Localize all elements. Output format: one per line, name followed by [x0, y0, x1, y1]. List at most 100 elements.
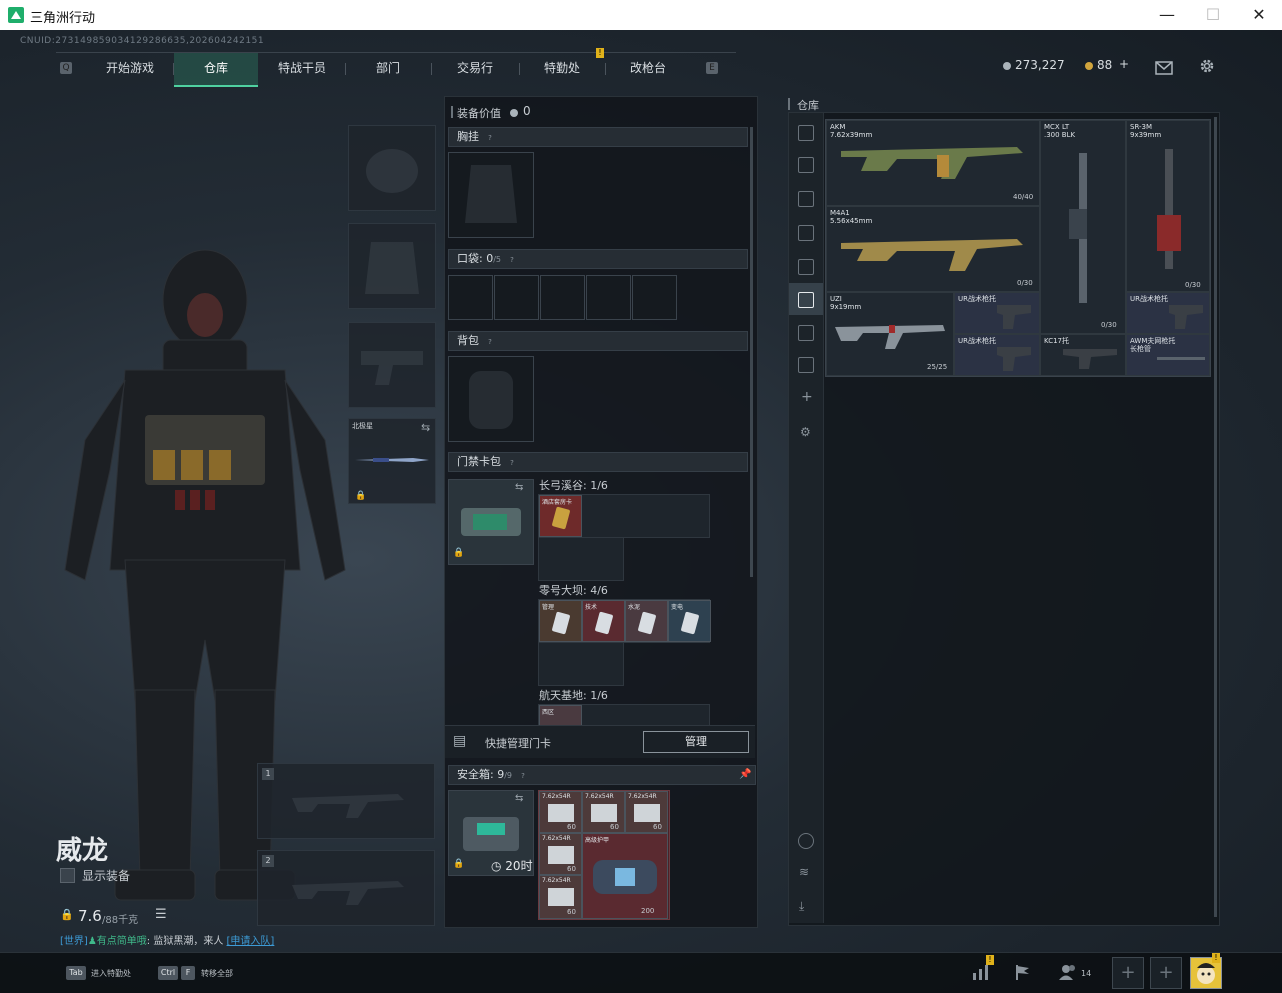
weapon-uzi[interactable]: UZI 9x19mm 25/25	[826, 292, 954, 376]
pocket-slot-3[interactable]	[540, 275, 585, 320]
warehouse-settings-gear-icon[interactable]: ⚙	[800, 425, 811, 439]
warehouse-page-2-icon[interactable]	[798, 191, 814, 207]
ammo-count: 60	[610, 823, 619, 831]
stats-chart-icon[interactable]	[972, 963, 990, 985]
show-equipment-checkbox[interactable]	[60, 868, 75, 883]
primary-weapon-slot-2[interactable]: 2	[257, 850, 435, 926]
ammo-box-item[interactable]: 7.62x54R 60	[625, 791, 668, 833]
tab-start-game[interactable]: 开始游戏	[88, 53, 172, 85]
warehouse-page-4-icon[interactable]	[798, 259, 814, 275]
weapon-name: MCX LT	[1044, 123, 1070, 131]
weapon-filter-tab-active[interactable]	[789, 283, 823, 315]
ammo-count: 60	[653, 823, 662, 831]
primary-weapon-slot-1[interactable]: 1	[257, 763, 435, 839]
key-card-item[interactable]: 西区	[539, 705, 582, 726]
attachment-stock[interactable]: KC17托	[1040, 334, 1126, 376]
attachment-stock[interactable]: UR战术枪托	[954, 292, 1040, 334]
weapon-akm[interactable]: AKM 7.62x39mm 40/40	[826, 120, 1040, 206]
help-icon[interactable]: ?	[507, 255, 517, 265]
ammo-box-item[interactable]: 7.62x54R 60	[539, 833, 582, 875]
keycard-icon: ▤	[453, 733, 467, 749]
invite-slot-1-button[interactable]: +	[1112, 957, 1144, 989]
chat-user[interactable]: ♟有点简单哦	[88, 936, 147, 947]
layers-icon[interactable]: ≋	[799, 865, 809, 879]
swap-icon[interactable]: ⇆	[421, 421, 430, 434]
ammo-box-item[interactable]: 7.62x54R 60	[539, 791, 582, 833]
slot-number-2: 2	[262, 855, 274, 867]
longbow-key-grid-row2	[538, 537, 624, 581]
helmet-filter-icon[interactable]	[798, 125, 814, 141]
warehouse-scrollbar[interactable]	[1214, 117, 1217, 917]
warehouse-page-1-icon[interactable]	[798, 157, 814, 173]
help-icon[interactable]: ?	[485, 133, 495, 143]
tab-gunsmith[interactable]: 改枪台	[606, 53, 690, 85]
barrel-shape	[1157, 357, 1205, 360]
armor-item[interactable]: 高级护甲 200	[582, 833, 668, 919]
weapon-ammo-count: 40/40	[1013, 193, 1034, 201]
swap-icon[interactable]: ⇆	[515, 793, 523, 804]
friends-icon[interactable]	[1058, 963, 1078, 985]
tab-hint-label[interactable]: 进入特勤处	[91, 968, 131, 979]
tab-warehouse[interactable]: 仓库	[174, 53, 258, 87]
silver-amount: 273,227	[1015, 58, 1065, 72]
gold-coin-icon	[1085, 62, 1093, 70]
weight-details-list-icon[interactable]: ☰	[155, 907, 167, 922]
key-card-item[interactable]: 水泥	[625, 600, 668, 642]
attachment-stock[interactable]: UR战术枪托	[1126, 292, 1210, 334]
warehouse-page-3-icon[interactable]	[798, 225, 814, 241]
key-card-item[interactable]: 酒店套房卡	[539, 495, 582, 537]
nav-next-key[interactable]: E	[706, 62, 718, 74]
pistol-slot[interactable]	[348, 322, 436, 408]
ammo-box-item[interactable]: 7.62x54R 60	[539, 875, 582, 919]
close-button[interactable]: ✕	[1236, 0, 1282, 30]
warehouse-page-5-icon[interactable]	[798, 325, 814, 341]
tab-trade[interactable]: 交易行	[432, 53, 518, 85]
ammo-box-item[interactable]: 7.62x54R 60	[582, 791, 625, 833]
pocket-slot-5[interactable]	[632, 275, 677, 320]
help-icon[interactable]: ?	[507, 458, 517, 468]
sort-icon[interactable]	[798, 833, 814, 849]
maximize-button[interactable]: ☐	[1190, 0, 1236, 30]
loadout-scrollbar[interactable]	[750, 127, 753, 577]
swap-icon[interactable]: ⇆	[515, 482, 523, 493]
attachment-stock[interactable]: UR战术枪托	[954, 334, 1040, 376]
weapon-sr-3m[interactable]: SR-3M 9x39mm 0/30	[1126, 120, 1210, 292]
add-page-plus-icon[interactable]: +	[801, 389, 813, 405]
silver-coin-icon	[510, 109, 518, 117]
tab-department[interactable]: 部门	[346, 53, 430, 85]
help-icon[interactable]: ?	[485, 337, 495, 347]
backpack-slot[interactable]	[448, 356, 534, 442]
settings-gear-icon[interactable]	[1198, 57, 1216, 79]
key-card-item[interactable]: 管理	[539, 600, 582, 642]
weapon-m4a1[interactable]: M4A1 5.56x45mm 0/30	[826, 206, 1040, 292]
manage-button[interactable]: 管理	[643, 731, 749, 753]
chat-join-link[interactable]: [申请入队]	[227, 936, 275, 947]
tab-operators[interactable]: 特战干员	[260, 53, 344, 85]
invite-slot-2-button[interactable]: +	[1150, 957, 1182, 989]
pin-icon[interactable]: 📌	[739, 766, 751, 784]
pocket-slot-2[interactable]	[494, 275, 539, 320]
safebox-slot[interactable]: ⇆ 🔒 ◷ 20时	[448, 790, 534, 876]
mail-icon[interactable]	[1155, 60, 1173, 79]
armor-slot[interactable]	[348, 223, 436, 309]
warehouse-page-6-icon[interactable]	[798, 357, 814, 373]
key-card-item[interactable]: 技术	[582, 600, 625, 642]
minimize-button[interactable]: —	[1144, 0, 1190, 30]
helmet-slot[interactable]	[348, 125, 436, 211]
chest-rig-slot[interactable]	[448, 152, 534, 238]
help-icon[interactable]: ?	[518, 771, 528, 781]
weapon-label: UZI 9x19mm	[830, 295, 861, 311]
tidy-icon[interactable]: ⤓	[799, 899, 804, 914]
transfer-all-label[interactable]: 转移全部	[201, 968, 233, 979]
pocket-slot-4[interactable]	[586, 275, 631, 320]
key-card-item[interactable]: 变电	[668, 600, 711, 642]
flag-icon[interactable]	[1014, 963, 1032, 985]
attachment-barrel[interactable]: AWM夫网枪托 长枪管	[1126, 334, 1210, 376]
tab-special-ops[interactable]: 特勤处	[520, 53, 604, 85]
pocket-slot-1[interactable]	[448, 275, 493, 320]
keycard-case-slot[interactable]: ⇆ 🔒	[448, 479, 534, 565]
chat-channel: [世界]	[60, 936, 88, 947]
melee-slot[interactable]: 北极星 ⇆ 🔒	[348, 418, 436, 504]
add-currency-button[interactable]: +	[1119, 57, 1129, 71]
weapon-mcx-lt[interactable]: MCX LT .300 BLK 0/30	[1040, 120, 1126, 334]
